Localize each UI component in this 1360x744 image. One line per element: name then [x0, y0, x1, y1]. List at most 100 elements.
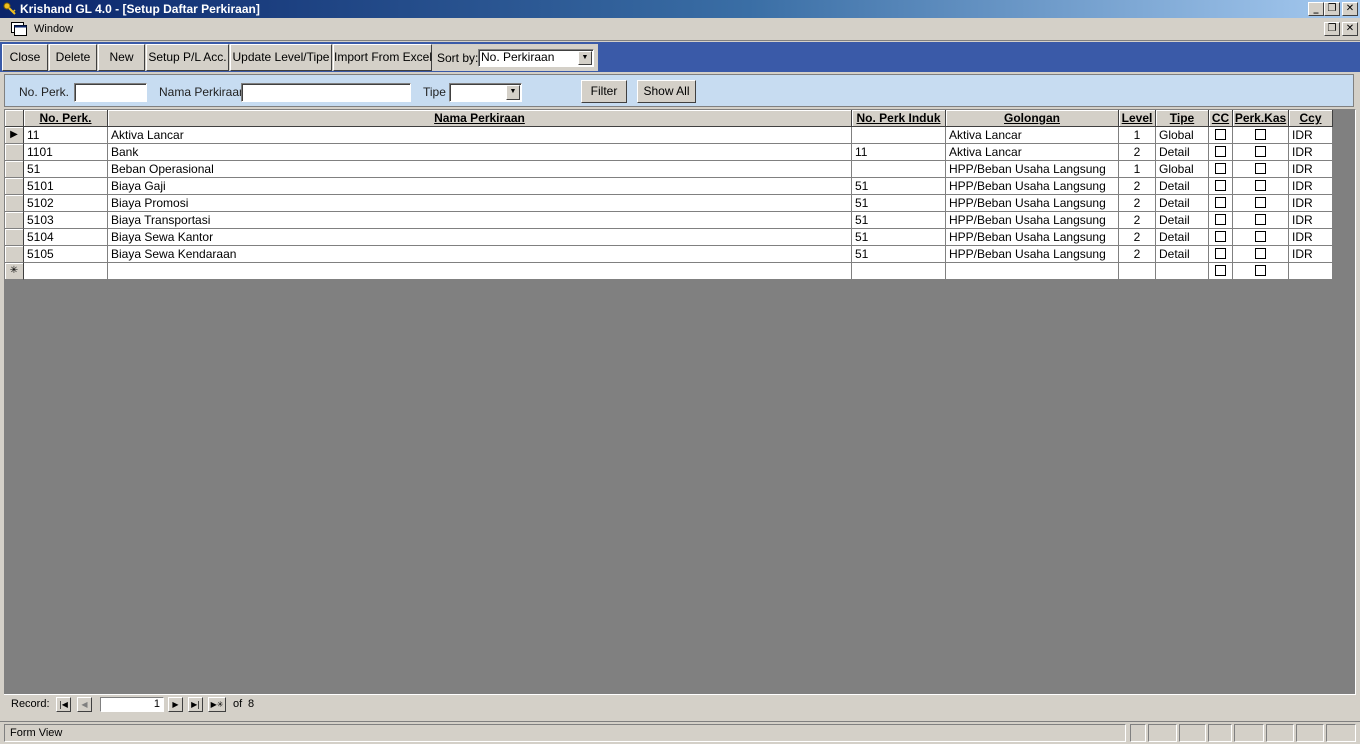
col-nama-perkiraan-cell[interactable]: Aktiva Lancar: [108, 127, 852, 144]
col-tipe-header[interactable]: Tipe: [1156, 110, 1209, 127]
perk-kas-checkbox[interactable]: [1255, 146, 1266, 157]
col-no-perk-induk-cell[interactable]: [852, 161, 946, 178]
col-cc-cell[interactable]: [1209, 127, 1233, 144]
col-ccy-cell[interactable]: IDR: [1289, 229, 1333, 246]
new-row-cell[interactable]: [1156, 263, 1209, 280]
child-close-button[interactable]: ✕: [1342, 22, 1358, 36]
col-golongan-cell[interactable]: Aktiva Lancar: [946, 127, 1119, 144]
record-selector[interactable]: [5, 246, 24, 263]
setup-pl-button[interactable]: Setup P/L Acc.: [146, 44, 229, 71]
col-golongan-header[interactable]: Golongan: [946, 110, 1119, 127]
col-tipe-cell[interactable]: Detail: [1156, 178, 1209, 195]
col-nama-perkiraan-cell[interactable]: Biaya Sewa Kendaraan: [108, 246, 852, 263]
col-no-perk-induk-cell[interactable]: 51: [852, 195, 946, 212]
col-perk-kas-cell[interactable]: [1233, 161, 1289, 178]
col-perk-kas-cell[interactable]: [1233, 144, 1289, 161]
sort-by-select[interactable]: No. Perkiraan ▼: [478, 49, 594, 67]
cc-checkbox[interactable]: [1215, 197, 1226, 208]
perk-kas-checkbox[interactable]: [1255, 180, 1266, 191]
last-record-icon[interactable]: ▶|: [188, 697, 203, 712]
col-level-cell[interactable]: 1: [1119, 161, 1156, 178]
col-no-perk-induk-cell[interactable]: 51: [852, 178, 946, 195]
close-button[interactable]: Close: [2, 44, 48, 71]
col-ccy-cell[interactable]: IDR: [1289, 246, 1333, 263]
col-tipe-cell[interactable]: Detail: [1156, 144, 1209, 161]
new-row-cell[interactable]: [1289, 263, 1333, 280]
import-excel-button[interactable]: Import From Excel: [333, 44, 432, 71]
col-cc-cell[interactable]: [1209, 212, 1233, 229]
record-selector[interactable]: ▶: [5, 127, 24, 144]
update-level-button[interactable]: Update Level/Tipe: [230, 44, 332, 71]
record-selector[interactable]: [5, 161, 24, 178]
new-button[interactable]: New: [98, 44, 145, 71]
col-ccy-cell[interactable]: IDR: [1289, 127, 1333, 144]
record-selector[interactable]: [5, 178, 24, 195]
cc-checkbox[interactable]: [1215, 231, 1226, 242]
col-ccy-cell[interactable]: IDR: [1289, 195, 1333, 212]
no-perk-input[interactable]: [74, 83, 147, 102]
col-ccy-cell[interactable]: IDR: [1289, 161, 1333, 178]
col-level-cell[interactable]: 2: [1119, 246, 1156, 263]
col-nama-perkiraan-cell[interactable]: Biaya Sewa Kantor: [108, 229, 852, 246]
col-cc-cell[interactable]: [1209, 229, 1233, 246]
delete-button[interactable]: Delete: [49, 44, 97, 71]
col-nama-perkiraan-cell[interactable]: Bank: [108, 144, 852, 161]
col-no-perk-cell[interactable]: 5103: [24, 212, 108, 229]
current-record-input[interactable]: 1: [100, 697, 164, 712]
col-no-perk-induk-cell[interactable]: 51: [852, 246, 946, 263]
record-selector[interactable]: [5, 144, 24, 161]
tipe-select[interactable]: ▼: [449, 83, 522, 102]
perk-kas-checkbox[interactable]: [1255, 231, 1266, 242]
col-no-perk-cell[interactable]: 1101: [24, 144, 108, 161]
col-nama-perkiraan-header[interactable]: Nama Perkiraan: [108, 110, 852, 127]
cc-checkbox[interactable]: [1215, 129, 1226, 140]
col-cc-cell[interactable]: [1209, 195, 1233, 212]
close-window-button[interactable]: ✕: [1342, 2, 1358, 16]
col-cc-cell[interactable]: [1209, 161, 1233, 178]
col-nama-perkiraan-cell[interactable]: Beban Operasional: [108, 161, 852, 178]
col-no-perk-cell[interactable]: 5101: [24, 178, 108, 195]
col-cc-header[interactable]: CC: [1209, 110, 1233, 127]
col-no-perk-cell[interactable]: 5104: [24, 229, 108, 246]
col-level-cell[interactable]: 2: [1119, 229, 1156, 246]
col-no-perk-cell[interactable]: 11: [24, 127, 108, 144]
col-tipe-cell[interactable]: Detail: [1156, 212, 1209, 229]
col-perk-kas-cell[interactable]: [1233, 212, 1289, 229]
col-no-perk-header[interactable]: No. Perk.: [24, 110, 108, 127]
col-golongan-cell[interactable]: HPP/Beban Usaha Langsung: [946, 212, 1119, 229]
perk-kas-checkbox[interactable]: [1255, 265, 1266, 276]
cc-checkbox[interactable]: [1215, 214, 1226, 225]
cc-checkbox[interactable]: [1215, 180, 1226, 191]
col-nama-perkiraan-cell[interactable]: Biaya Promosi: [108, 195, 852, 212]
col-cc-cell[interactable]: [1209, 178, 1233, 195]
col-no-perk-induk-cell[interactable]: 51: [852, 229, 946, 246]
chevron-down-icon[interactable]: ▼: [578, 51, 592, 65]
col-golongan-cell[interactable]: Aktiva Lancar: [946, 144, 1119, 161]
record-selector[interactable]: [5, 195, 24, 212]
menu-window[interactable]: Window: [34, 23, 73, 35]
col-perk-kas-header[interactable]: Perk.Kas: [1233, 110, 1289, 127]
filter-button[interactable]: Filter: [581, 80, 627, 103]
col-perk-kas-cell[interactable]: [1233, 178, 1289, 195]
cc-checkbox[interactable]: [1215, 265, 1226, 276]
perk-kas-checkbox[interactable]: [1255, 248, 1266, 259]
col-level-cell[interactable]: 1: [1119, 127, 1156, 144]
col-no-perk-induk-cell[interactable]: 11: [852, 144, 946, 161]
col-no-perk-cell[interactable]: 51: [24, 161, 108, 178]
col-tipe-cell[interactable]: Global: [1156, 161, 1209, 178]
new-row-cell[interactable]: [108, 263, 852, 280]
col-no-perk-cell[interactable]: 5102: [24, 195, 108, 212]
col-cc-cell[interactable]: [1209, 246, 1233, 263]
col-golongan-cell[interactable]: HPP/Beban Usaha Langsung: [946, 229, 1119, 246]
show-all-button[interactable]: Show All: [637, 80, 696, 103]
col-golongan-cell[interactable]: HPP/Beban Usaha Langsung: [946, 246, 1119, 263]
cc-checkbox[interactable]: [1215, 248, 1226, 259]
chevron-down-icon[interactable]: ▼: [506, 85, 520, 100]
perk-kas-checkbox[interactable]: [1255, 163, 1266, 174]
new-record-icon[interactable]: ▶✳: [208, 697, 226, 712]
col-perk-kas-cell[interactable]: [1233, 127, 1289, 144]
col-tipe-cell[interactable]: Detail: [1156, 195, 1209, 212]
perk-kas-checkbox[interactable]: [1255, 197, 1266, 208]
col-perk-kas-cell[interactable]: [1233, 246, 1289, 263]
restore-button[interactable]: ❐: [1324, 2, 1340, 16]
